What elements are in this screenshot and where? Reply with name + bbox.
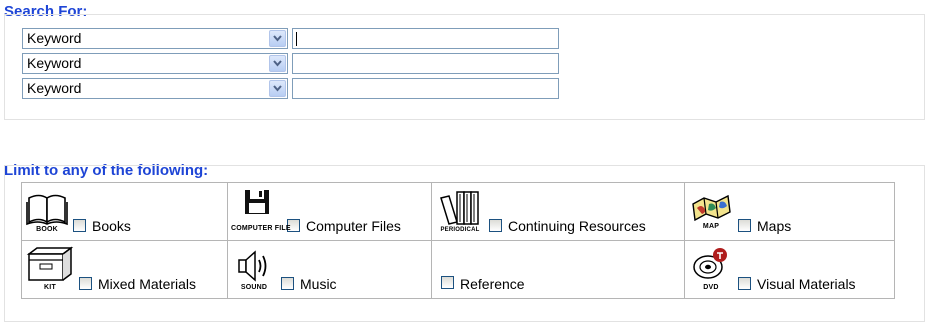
limit-cell-music: SOUND Music — [227, 240, 432, 299]
dvd-icon: DVD — [688, 246, 734, 292]
continuing-resources-label[interactable]: Continuing Resources — [508, 218, 646, 234]
search-input-3[interactable] — [292, 78, 559, 99]
text-caret — [296, 32, 297, 46]
kit-box-icon: KIT — [25, 246, 75, 292]
music-label[interactable]: Music — [300, 276, 337, 292]
limit-cell-computer-files: COMPUTER FILE Computer Files — [227, 182, 432, 241]
search-input-2[interactable] — [292, 53, 559, 74]
books-label[interactable]: Books — [92, 218, 131, 234]
field-select-value: Keyword — [27, 80, 82, 96]
speaker-icon: SOUND — [231, 248, 277, 292]
chevron-down-icon[interactable] — [269, 30, 286, 47]
mixed-materials-checkbox[interactable] — [79, 277, 92, 290]
search-input-1[interactable] — [292, 28, 559, 49]
icon-caption: DVD — [703, 284, 719, 291]
limit-cell-mixed-materials: KIT Mixed Materials — [21, 240, 228, 299]
chevron-down-icon[interactable] — [269, 80, 286, 97]
limit-cell-continuing-resources: PERIODICAL Continuing Resources — [431, 182, 685, 241]
icon-caption: MAP — [702, 223, 720, 230]
music-checkbox[interactable] — [281, 277, 294, 290]
continuing-resources-checkbox[interactable] — [489, 219, 502, 232]
maps-label[interactable]: Maps — [757, 218, 791, 234]
limit-cell-reference: Reference — [431, 240, 685, 299]
icon-caption: SOUND — [240, 284, 268, 291]
maps-checkbox[interactable] — [738, 219, 751, 232]
limit-cell-books: BOOK Books — [21, 182, 228, 241]
mixed-materials-label[interactable]: Mixed Materials — [98, 276, 196, 292]
field-select-2[interactable]: Keyword — [22, 53, 288, 74]
books-checkbox[interactable] — [73, 219, 86, 232]
map-icon: MAP — [688, 190, 734, 234]
field-select-value: Keyword — [27, 30, 82, 46]
chevron-down-icon[interactable] — [269, 55, 286, 72]
reference-checkbox[interactable] — [441, 276, 454, 289]
reference-label[interactable]: Reference — [460, 276, 525, 292]
limit-cell-visual-materials: DVD Visual Materials — [684, 240, 895, 299]
icon-caption: KIT — [44, 284, 56, 291]
limit-cell-maps: MAP Maps — [684, 182, 895, 241]
visual-materials-checkbox[interactable] — [738, 277, 751, 290]
limits-table: BOOK Books COMPUTER FILE Computer Files … — [21, 182, 895, 299]
book-icon: BOOK — [25, 190, 69, 234]
icon-caption: COMPUTER FILE — [231, 225, 291, 232]
field-select-1[interactable]: Keyword — [22, 28, 288, 49]
icon-caption: PERIODICAL — [440, 227, 480, 233]
visual-materials-label[interactable]: Visual Materials — [757, 276, 856, 292]
icon-caption: BOOK — [36, 226, 58, 233]
periodical-icon: PERIODICAL — [435, 188, 485, 234]
floppy-disk-icon: COMPUTER FILE — [231, 188, 291, 234]
computer-files-label[interactable]: Computer Files — [306, 218, 401, 234]
field-select-3[interactable]: Keyword — [22, 78, 288, 99]
field-select-value: Keyword — [27, 55, 82, 71]
